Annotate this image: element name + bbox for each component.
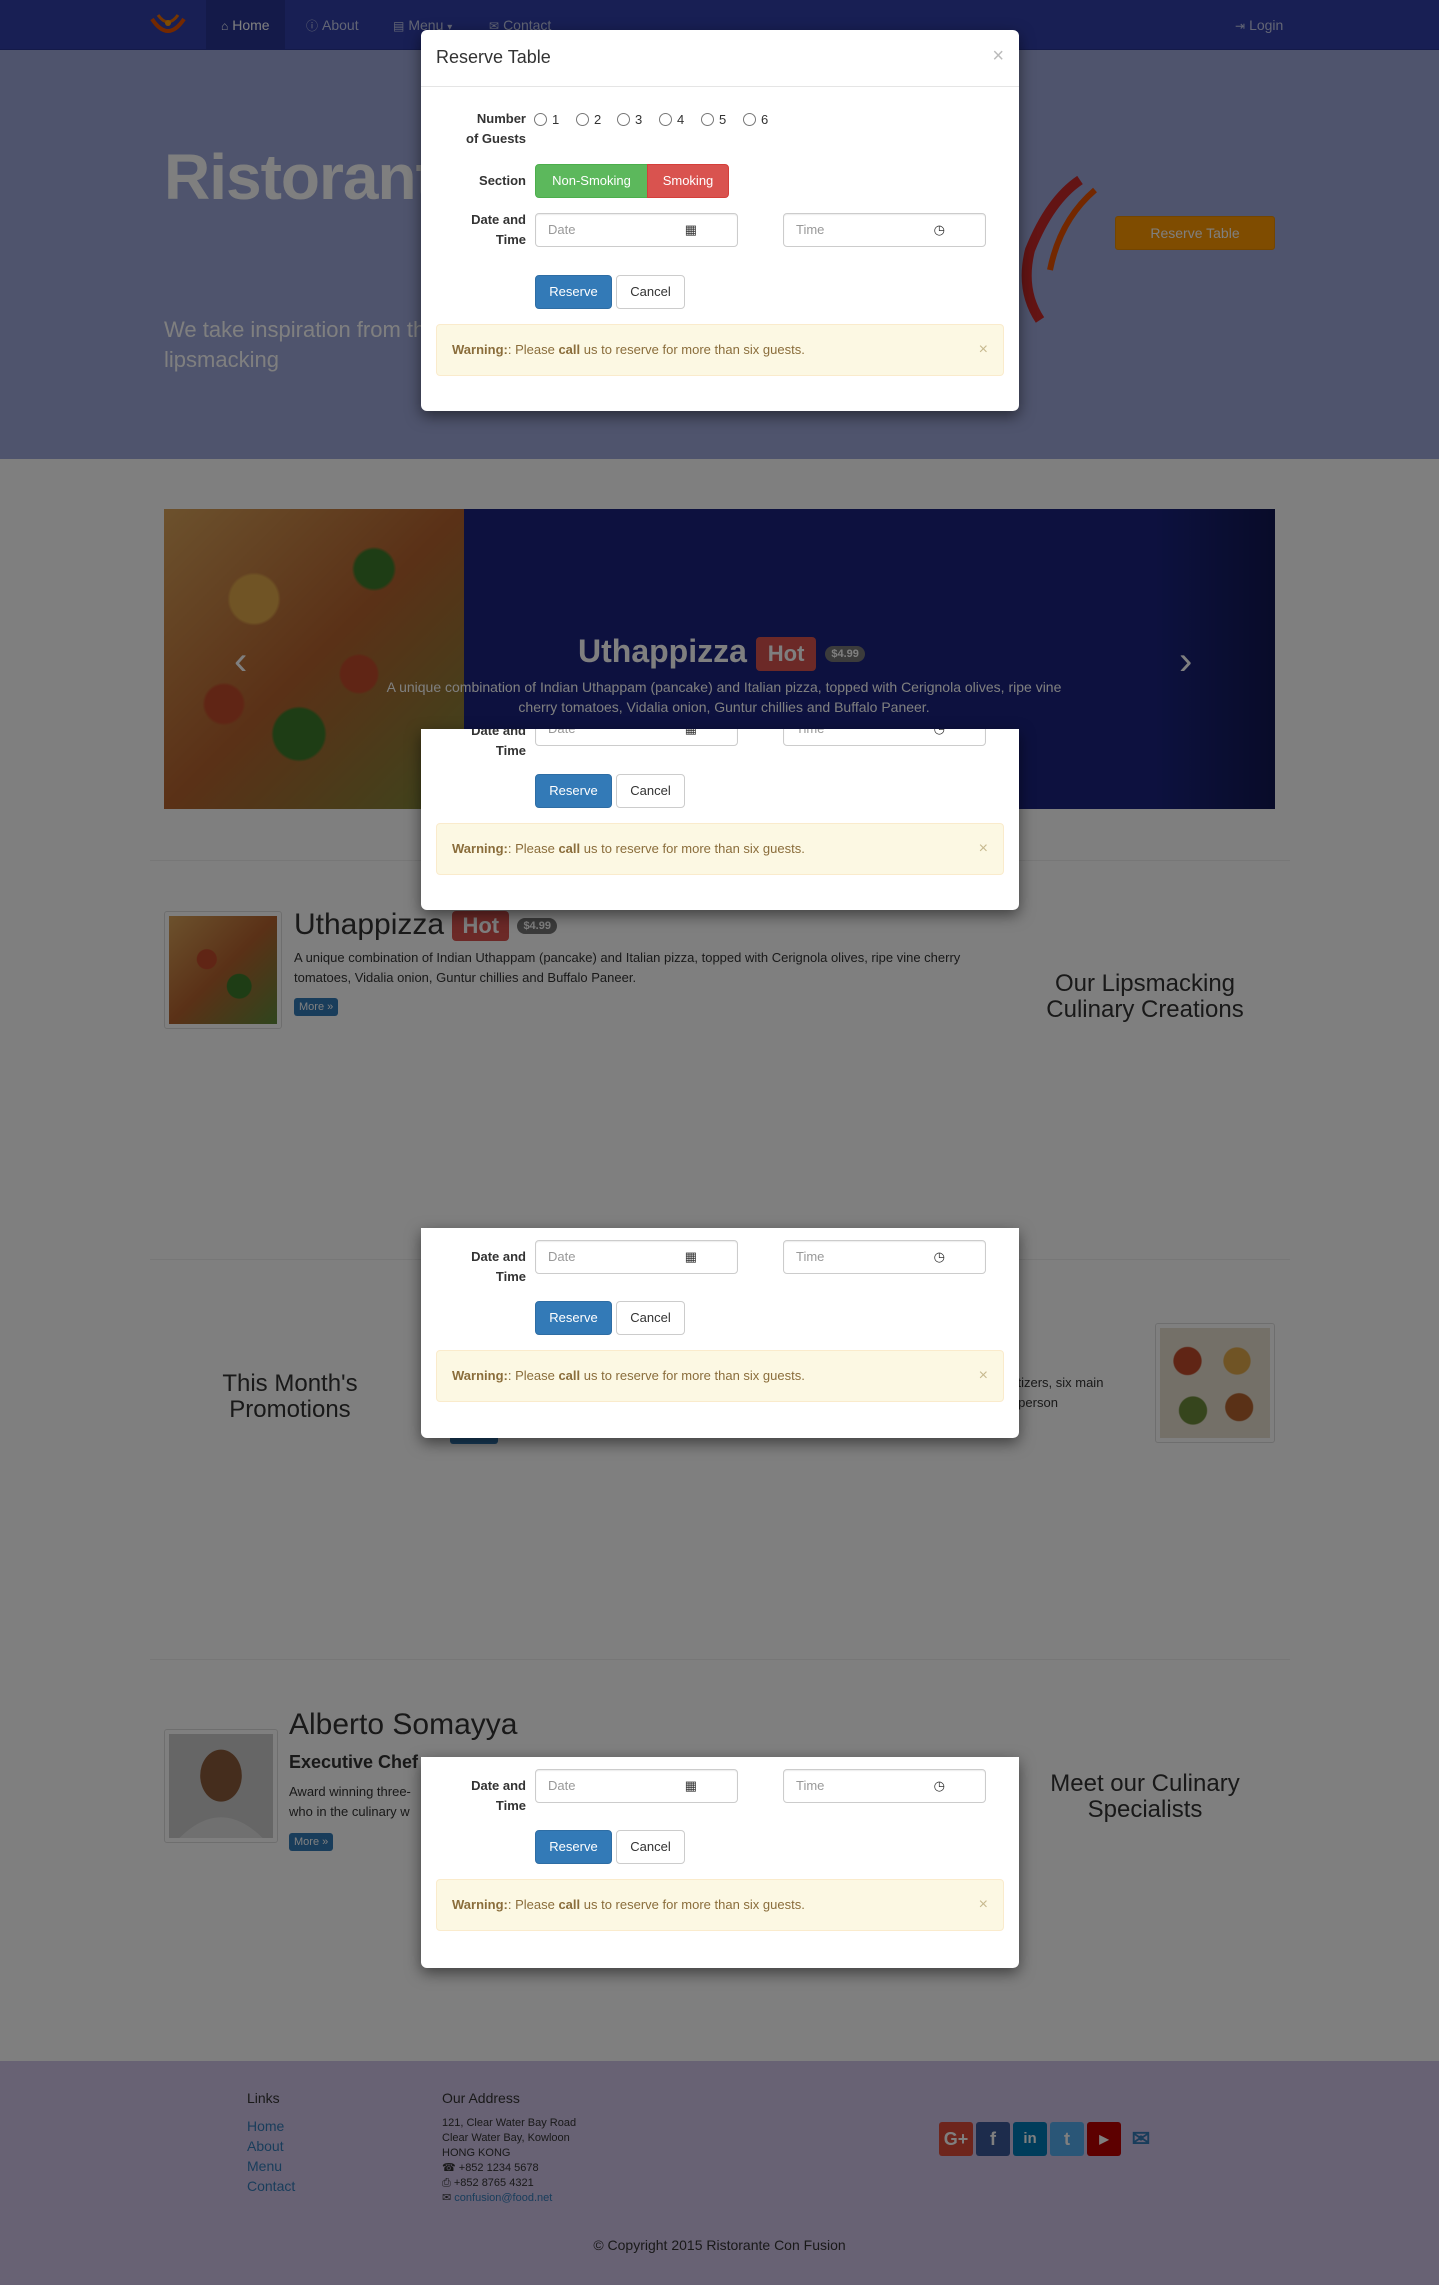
warning-alert: Warning:: Please call us to reserve for …	[436, 1350, 1004, 1402]
reserve-modal-fragment: Date and Time Date ▦ Time ◷ Reserve Canc…	[421, 1757, 1019, 1968]
alert-close-icon[interactable]: ×	[979, 824, 988, 874]
reserve-button[interactable]: Reserve	[535, 1301, 612, 1335]
calendar-icon[interactable]: ▦	[685, 1770, 697, 1802]
date-input[interactable]: Date ▦	[535, 1240, 738, 1274]
modal-title: Reserve Table	[436, 47, 551, 67]
alert-close-icon[interactable]: ×	[979, 1351, 988, 1401]
radio-circle-icon[interactable]	[534, 113, 547, 126]
radio-circle-icon[interactable]	[701, 113, 714, 126]
time-input[interactable]: Time ◷	[783, 213, 986, 247]
reserve-modal-fragment: Date and Time Date ▦ Time ◷ Reserve Canc…	[421, 729, 1019, 910]
time-input[interactable]: Time ◷	[783, 729, 986, 746]
date-input[interactable]: Date ▦	[535, 1769, 738, 1803]
time-input[interactable]: Time ◷	[783, 1769, 986, 1803]
reserve-button[interactable]: Reserve	[535, 1830, 612, 1864]
close-icon[interactable]: ×	[992, 45, 1004, 68]
warning-alert: Warning:: Please call us to reserve for …	[436, 324, 1004, 376]
reserve-button[interactable]: Reserve	[535, 774, 612, 808]
guests-radio-2[interactable]: 2	[576, 112, 601, 127]
clock-icon[interactable]: ◷	[934, 1770, 945, 1802]
reserve-modal-fragment: Date and Time Date ▦ Time ◷ Reserve Canc…	[421, 1228, 1019, 1438]
datetime-label: Date and Time	[471, 1249, 526, 1284]
radio-circle-icon[interactable]	[743, 113, 756, 126]
calendar-icon[interactable]: ▦	[685, 1241, 697, 1273]
datetime-label: Date and Time	[471, 1778, 526, 1813]
radio-circle-icon[interactable]	[617, 113, 630, 126]
section-label: Section	[479, 173, 526, 188]
warning-alert: Warning:: Please call us to reserve for …	[436, 1879, 1004, 1931]
guests-radio-3[interactable]: 3	[617, 112, 642, 127]
datetime-label: Date and Time	[471, 729, 526, 758]
smoking-button[interactable]: Smoking	[647, 164, 729, 198]
cancel-button[interactable]: Cancel	[616, 1830, 685, 1864]
reserve-button[interactable]: Reserve	[535, 275, 612, 309]
cancel-button[interactable]: Cancel	[616, 275, 685, 309]
non-smoking-button[interactable]: Non-Smoking	[535, 164, 648, 198]
alert-close-icon[interactable]: ×	[979, 325, 988, 375]
radio-circle-icon[interactable]	[576, 113, 589, 126]
radio-circle-icon[interactable]	[659, 113, 672, 126]
cancel-button[interactable]: Cancel	[616, 774, 685, 808]
time-input[interactable]: Time ◷	[783, 1240, 986, 1274]
date-input[interactable]: Date ▦	[535, 729, 738, 746]
guests-radio-1[interactable]: 1	[534, 112, 559, 127]
calendar-icon[interactable]: ▦	[685, 214, 697, 246]
cancel-button[interactable]: Cancel	[616, 1301, 685, 1335]
clock-icon[interactable]: ◷	[934, 1241, 945, 1273]
clock-icon[interactable]: ◷	[934, 729, 945, 745]
guests-radio-4[interactable]: 4	[659, 112, 684, 127]
date-input[interactable]: Date ▦	[535, 213, 738, 247]
modal-header: Reserve Table ×	[421, 30, 1019, 87]
warning-alert: Warning:: Please call us to reserve for …	[436, 823, 1004, 875]
reserve-table-modal: Reserve Table × Number of Guests 1 2 3 4…	[421, 30, 1019, 411]
guests-label: Number of Guests	[466, 111, 526, 146]
alert-close-icon[interactable]: ×	[979, 1880, 988, 1930]
clock-icon[interactable]: ◷	[934, 214, 945, 246]
guests-radio-5[interactable]: 5	[701, 112, 726, 127]
guests-radio-6[interactable]: 6	[743, 112, 768, 127]
datetime-label: Date and Time	[471, 212, 526, 247]
calendar-icon[interactable]: ▦	[685, 729, 697, 745]
